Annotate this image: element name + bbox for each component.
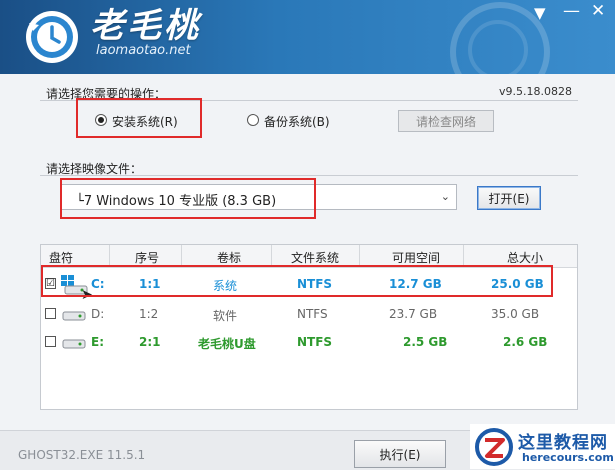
row-checkbox[interactable] — [45, 336, 56, 347]
cell-filesystem: NTFS — [297, 307, 328, 321]
column-header-free: 可用空间 — [392, 251, 441, 265]
column-separator — [359, 245, 360, 267]
watermark-logo-icon — [475, 428, 513, 466]
cell-free: 23.7 GB — [389, 307, 438, 321]
cell-drive: D: — [91, 307, 105, 321]
image-highlight-box — [60, 178, 316, 219]
cell-total: 35.0 GB — [491, 307, 540, 321]
close-button[interactable]: ✕ — [591, 3, 605, 20]
execute-button[interactable]: 执行(E) — [354, 440, 446, 468]
background-clock-inner-decoration — [468, 20, 528, 74]
watermark: 这里教程网 herecours.com — [470, 424, 615, 469]
column-header-index: 序号 — [135, 251, 160, 265]
column-separator — [271, 245, 272, 267]
column-separator — [181, 245, 182, 267]
usb-drive-icon — [62, 339, 86, 349]
cell-index: 2:1 — [139, 335, 161, 349]
install-radio[interactable] — [95, 114, 107, 126]
column-separator — [109, 245, 110, 267]
check-network-button[interactable]: 请检查网络 — [398, 110, 494, 132]
ghost-version-text: GHOST32.EXE 11.5.1 — [18, 448, 146, 462]
watermark-url: herecours.com — [522, 451, 614, 464]
version-text: v9.5.18.0828 — [499, 85, 572, 98]
cell-label: 老毛桃U盘 — [198, 337, 256, 351]
cell-total: 2.6 GB — [503, 335, 548, 349]
open-file-button[interactable]: 打开(E) — [477, 186, 541, 210]
menu-dropdown-icon[interactable]: ▼ — [534, 6, 546, 21]
section-divider — [40, 175, 578, 176]
cell-drive: E: — [91, 335, 104, 349]
column-header-total: 总大小 — [507, 251, 544, 265]
watermark-title: 这里教程网 — [518, 433, 608, 453]
column-header-label: 卷标 — [217, 251, 242, 265]
cell-label: 软件 — [213, 309, 238, 323]
install-radio-label[interactable]: 安装系统(R) — [112, 113, 178, 130]
column-header-filesystem: 文件系统 — [291, 251, 340, 265]
table-row[interactable]: D: 1:2 软件 NTFS 23.7 GB 35.0 GB — [41, 300, 577, 328]
brand-site: laomaotao.net — [96, 43, 191, 58]
cell-filesystem: NTFS — [297, 335, 333, 349]
cell-free: 2.5 GB — [403, 335, 448, 349]
chevron-down-icon[interactable]: ⌄ — [441, 190, 450, 203]
column-header-drive: 盘符 — [49, 251, 74, 265]
logo-clock-icon — [26, 11, 78, 63]
backup-radio-label[interactable]: 备份系统(B) — [264, 113, 330, 130]
row-checkbox[interactable] — [45, 308, 56, 319]
column-separator — [463, 245, 464, 267]
cell-index: 1:2 — [139, 307, 159, 321]
title-bar: 老毛桃 laomaotao.net ▼ — ✕ — [0, 0, 615, 74]
drive-icon — [62, 311, 86, 321]
table-row[interactable]: E: 2:1 老毛桃U盘 NTFS 2.5 GB 2.6 GB — [41, 328, 577, 356]
brand-name: 老毛桃 — [90, 6, 201, 46]
partition-highlight-box — [41, 265, 553, 297]
minimize-button[interactable]: — — [563, 3, 580, 20]
backup-radio[interactable] — [247, 114, 259, 126]
